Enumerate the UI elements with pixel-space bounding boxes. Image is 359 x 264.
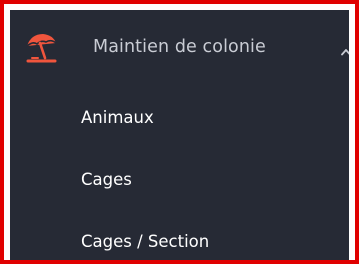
submenu-item-cages-section[interactable]: Cages / Section [10, 218, 349, 260]
highlight-frame: Maintien de colonie Animaux Cages Cages … [0, 0, 359, 264]
submenu-item-label: Animaux [81, 108, 154, 127]
submenu-item-cages[interactable]: Cages [10, 156, 349, 212]
submenu-item-label: Cages [81, 170, 132, 189]
submenu-item-label: Cages / Section [81, 232, 210, 251]
beach-umbrella-icon [26, 34, 57, 63]
submenu-item-animaux[interactable]: Animaux [10, 94, 349, 150]
menu-group-maintien-de-colonie[interactable]: Maintien de colonie [10, 10, 349, 88]
sidebar-menu: Maintien de colonie Animaux Cages Cages … [10, 10, 349, 260]
chevron-up-icon [341, 49, 349, 56]
menu-group-label: Maintien de colonie [93, 37, 266, 57]
